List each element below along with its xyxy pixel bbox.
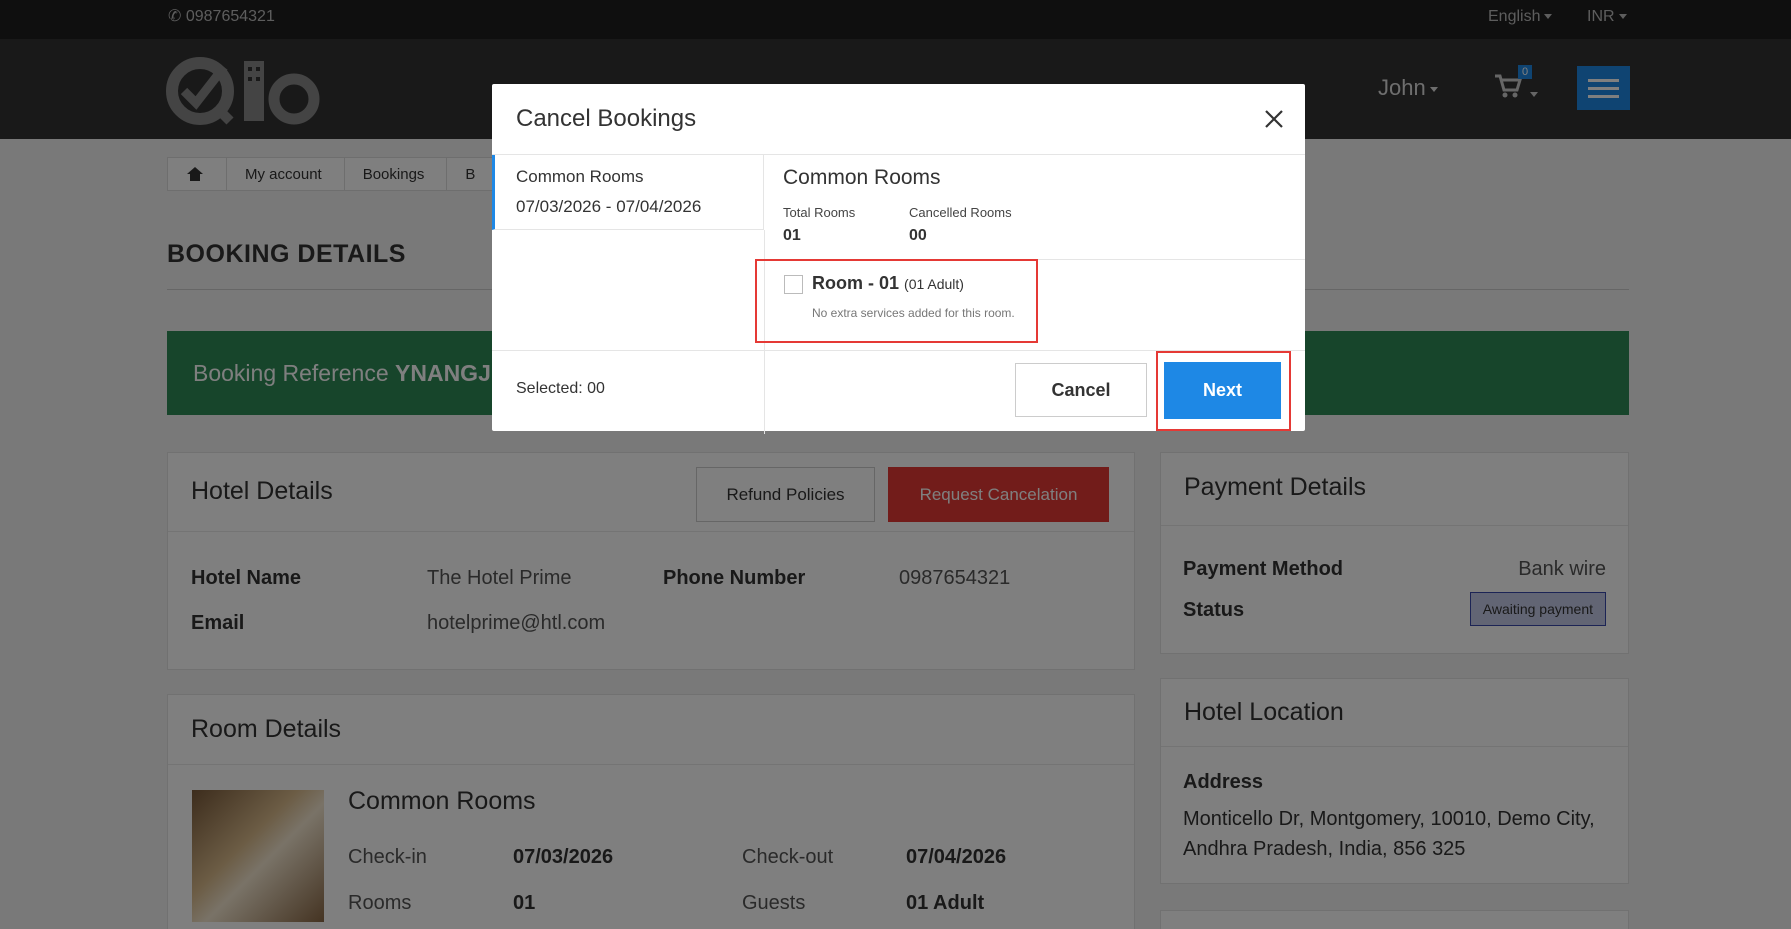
selected-count: Selected: 00 [516,380,605,397]
room-option[interactable]: Room - 01 (01 Adult) [812,273,964,294]
room-type-tab[interactable]: Common Rooms 07/03/2026 - 07/04/2026 [492,155,764,230]
room-selection-highlight [755,259,1038,343]
cancel-button[interactable]: Cancel [1015,363,1147,417]
tab-dates: 07/03/2026 - 07/04/2026 [516,197,702,216]
cancelled-rooms-label: Cancelled Rooms [909,205,1012,220]
next-button[interactable]: Next [1164,362,1281,419]
room-checkbox[interactable] [784,275,803,294]
modal-title: Cancel Bookings [516,105,697,132]
total-rooms-value: 01 [783,227,801,244]
cancelled-rooms-value: 00 [909,227,927,244]
room-label: Room - 01 [812,273,900,293]
room-type-title: Common Rooms [783,166,941,189]
total-rooms-label: Total Rooms [783,205,856,220]
tab-room-type: Common Rooms [516,167,644,186]
room-note: No extra services added for this room. [812,306,1015,320]
cancel-bookings-modal: Cancel Bookings Common Rooms 07/03/2026 … [492,84,1305,434]
close-icon[interactable] [1262,107,1286,131]
room-guests: (01 Adult) [904,276,964,292]
